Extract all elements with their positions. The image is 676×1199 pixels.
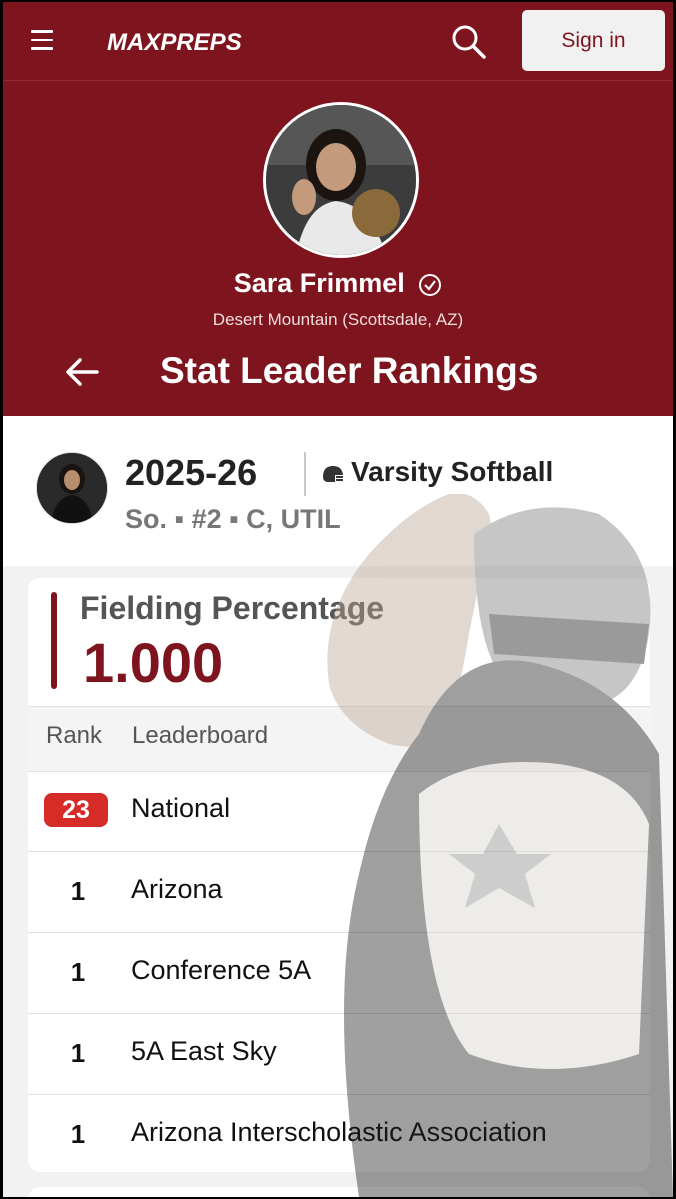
rank-value: 1 bbox=[70, 1119, 86, 1149]
player-name-text: Sara Frimmel bbox=[233, 268, 405, 298]
leaderboard-name: 5A East Sky bbox=[131, 1036, 277, 1066]
column-header-leaderboard: Leaderboard bbox=[132, 722, 269, 749]
player-avatar bbox=[263, 102, 419, 258]
table-header bbox=[28, 706, 650, 772]
table-row[interactable]: 23 National bbox=[28, 771, 650, 852]
hamburger-icon[interactable] bbox=[31, 30, 53, 50]
maxpreps-logo[interactable]: MAXPREPS bbox=[107, 22, 247, 62]
svg-text:MAXPREPS: MAXPREPS bbox=[107, 29, 242, 56]
team-photo-avatar bbox=[36, 452, 108, 524]
back-arrow-icon[interactable] bbox=[61, 352, 101, 392]
stat-label: Fielding Percentage bbox=[80, 590, 385, 626]
next-card bbox=[28, 1187, 650, 1197]
table-row[interactable]: 1 Conference 5A bbox=[28, 933, 650, 1014]
table-row[interactable]: 1 5A East Sky bbox=[28, 1014, 650, 1095]
sign-in-button[interactable]: Sign in bbox=[522, 10, 665, 71]
rank-value: 1 bbox=[70, 1038, 86, 1068]
player-school: Desert Mountain (Scottsdale, AZ) bbox=[212, 310, 464, 329]
leaderboard-name: Arizona bbox=[131, 874, 223, 904]
rank-badge: 23 bbox=[44, 793, 108, 827]
season-sport: Varsity Softball bbox=[351, 456, 554, 487]
player-meta: So. ▪ #2 ▪ C, UTIL bbox=[125, 504, 341, 534]
leaderboard-name: Conference 5A bbox=[131, 955, 312, 985]
stat-value: 1.000 bbox=[83, 631, 224, 694]
rank-value: 1 bbox=[70, 876, 86, 906]
search-icon[interactable] bbox=[449, 22, 487, 60]
top-nav: MAXPREPS Sign in bbox=[3, 2, 673, 81]
app-frame: MAXPREPS Sign in Sara Frimmel Desert Mou… bbox=[3, 2, 673, 1197]
season-year: 2025-26 bbox=[125, 452, 258, 493]
leaderboard-name: National bbox=[131, 793, 231, 823]
divider bbox=[304, 452, 306, 496]
profile-header: MAXPREPS Sign in Sara Frimmel Desert Mou… bbox=[3, 2, 673, 416]
page-title: Stat Leader Rankings bbox=[160, 350, 539, 391]
table-row[interactable]: 1 Arizona Interscholastic Association bbox=[28, 1095, 650, 1175]
stat-accent-bar bbox=[51, 592, 57, 689]
softball-helmet-icon bbox=[323, 466, 343, 482]
leaderboard-name: Arizona Interscholastic Association bbox=[131, 1117, 547, 1147]
verified-icon bbox=[419, 273, 442, 296]
table-row[interactable]: 1 Arizona bbox=[28, 852, 650, 933]
rank-value: 1 bbox=[70, 957, 86, 987]
player-name: Sara Frimmel bbox=[3, 268, 673, 299]
column-header-rank: Rank bbox=[46, 722, 103, 749]
